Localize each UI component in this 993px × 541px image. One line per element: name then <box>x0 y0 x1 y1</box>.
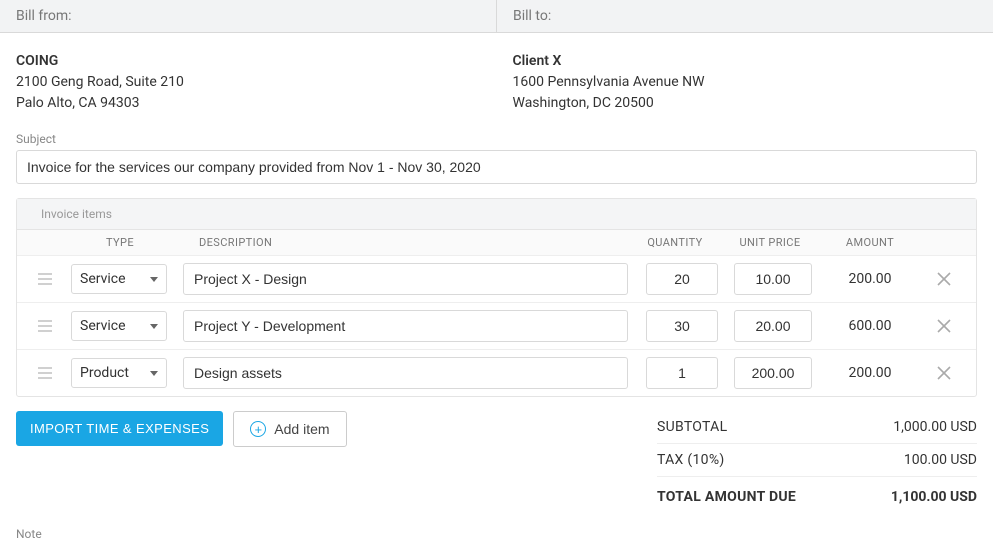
col-qty-header: QUANTITY <box>630 236 720 249</box>
add-item-button[interactable]: + Add item <box>233 411 346 447</box>
bill-to-address: Client X 1600 Pennsylvania Avenue NW Was… <box>497 51 993 114</box>
quantity-input[interactable] <box>646 263 718 295</box>
description-input[interactable] <box>183 357 628 389</box>
bill-to-name: Client X <box>513 51 978 72</box>
amount-value: 600.00 <box>820 318 920 334</box>
delete-row-button[interactable] <box>920 319 968 333</box>
note-label: Note <box>0 513 993 541</box>
chevron-down-icon <box>150 277 158 282</box>
quantity-input[interactable] <box>646 357 718 389</box>
subject-label: Subject <box>0 132 993 146</box>
chevron-down-icon <box>150 371 158 376</box>
type-value: Service <box>80 318 126 334</box>
item-row: Service 600.00 <box>17 303 976 350</box>
col-desc-header: DESCRIPTION <box>175 236 630 249</box>
unit-price-input[interactable] <box>734 310 812 342</box>
invoice-items-box: Invoice items TYPE DESCRIPTION QUANTITY … <box>16 198 977 397</box>
col-type-header: TYPE <box>65 236 175 249</box>
type-value: Service <box>80 271 126 287</box>
close-icon <box>937 272 951 286</box>
description-input[interactable] <box>183 310 628 342</box>
items-header-row: TYPE DESCRIPTION QUANTITY UNIT PRICE AMO… <box>17 230 976 256</box>
drag-handle-icon[interactable] <box>25 320 65 332</box>
close-icon <box>937 366 951 380</box>
bill-to-line1: 1600 Pennsylvania Avenue NW <box>513 72 978 93</box>
unit-price-input[interactable] <box>734 263 812 295</box>
bill-from-line1: 2100 Geng Road, Suite 210 <box>16 72 481 93</box>
close-icon <box>937 319 951 333</box>
amount-value: 200.00 <box>820 365 920 381</box>
invoice-items-title: Invoice items <box>17 199 976 230</box>
type-value: Product <box>80 365 129 381</box>
col-amount-header: AMOUNT <box>820 236 920 249</box>
subtotal-value: 1,000.00 USD <box>893 419 977 435</box>
type-select[interactable]: Service <box>71 264 167 294</box>
total-due-value: 1,100.00 USD <box>891 489 977 505</box>
item-row: Product 200.00 <box>17 350 976 396</box>
delete-row-button[interactable] <box>920 272 968 286</box>
quantity-input[interactable] <box>646 310 718 342</box>
type-select[interactable]: Product <box>71 358 167 388</box>
bill-from-header: Bill from: <box>0 0 497 32</box>
bill-to-line2: Washington, DC 20500 <box>513 93 978 114</box>
drag-handle-icon[interactable] <box>25 273 65 285</box>
bill-to-header: Bill to: <box>497 0 993 32</box>
item-row: Service 200.00 <box>17 256 976 303</box>
tax-value: 100.00 USD <box>904 452 977 468</box>
plus-circle-icon: + <box>250 421 266 437</box>
add-item-label: Add item <box>274 421 329 437</box>
col-price-header: UNIT PRICE <box>720 236 820 249</box>
total-due-label: TOTAL AMOUNT DUE <box>657 489 796 505</box>
description-input[interactable] <box>183 263 628 295</box>
bill-from-line2: Palo Alto, CA 94303 <box>16 93 481 114</box>
subject-input[interactable] <box>16 150 977 184</box>
type-select[interactable]: Service <box>71 311 167 341</box>
import-time-expenses-button[interactable]: IMPORT TIME & EXPENSES <box>16 411 223 446</box>
totals-block: SUBTOTAL 1,000.00 USD TAX (10%) 100.00 U… <box>657 411 977 513</box>
drag-handle-icon[interactable] <box>25 367 65 379</box>
amount-value: 200.00 <box>820 271 920 287</box>
chevron-down-icon <box>150 324 158 329</box>
tax-label: TAX (10%) <box>657 452 725 468</box>
bill-from-address: COING 2100 Geng Road, Suite 210 Palo Alt… <box>0 51 497 114</box>
bill-from-name: COING <box>16 51 481 72</box>
unit-price-input[interactable] <box>734 357 812 389</box>
subtotal-label: SUBTOTAL <box>657 419 727 435</box>
delete-row-button[interactable] <box>920 366 968 380</box>
